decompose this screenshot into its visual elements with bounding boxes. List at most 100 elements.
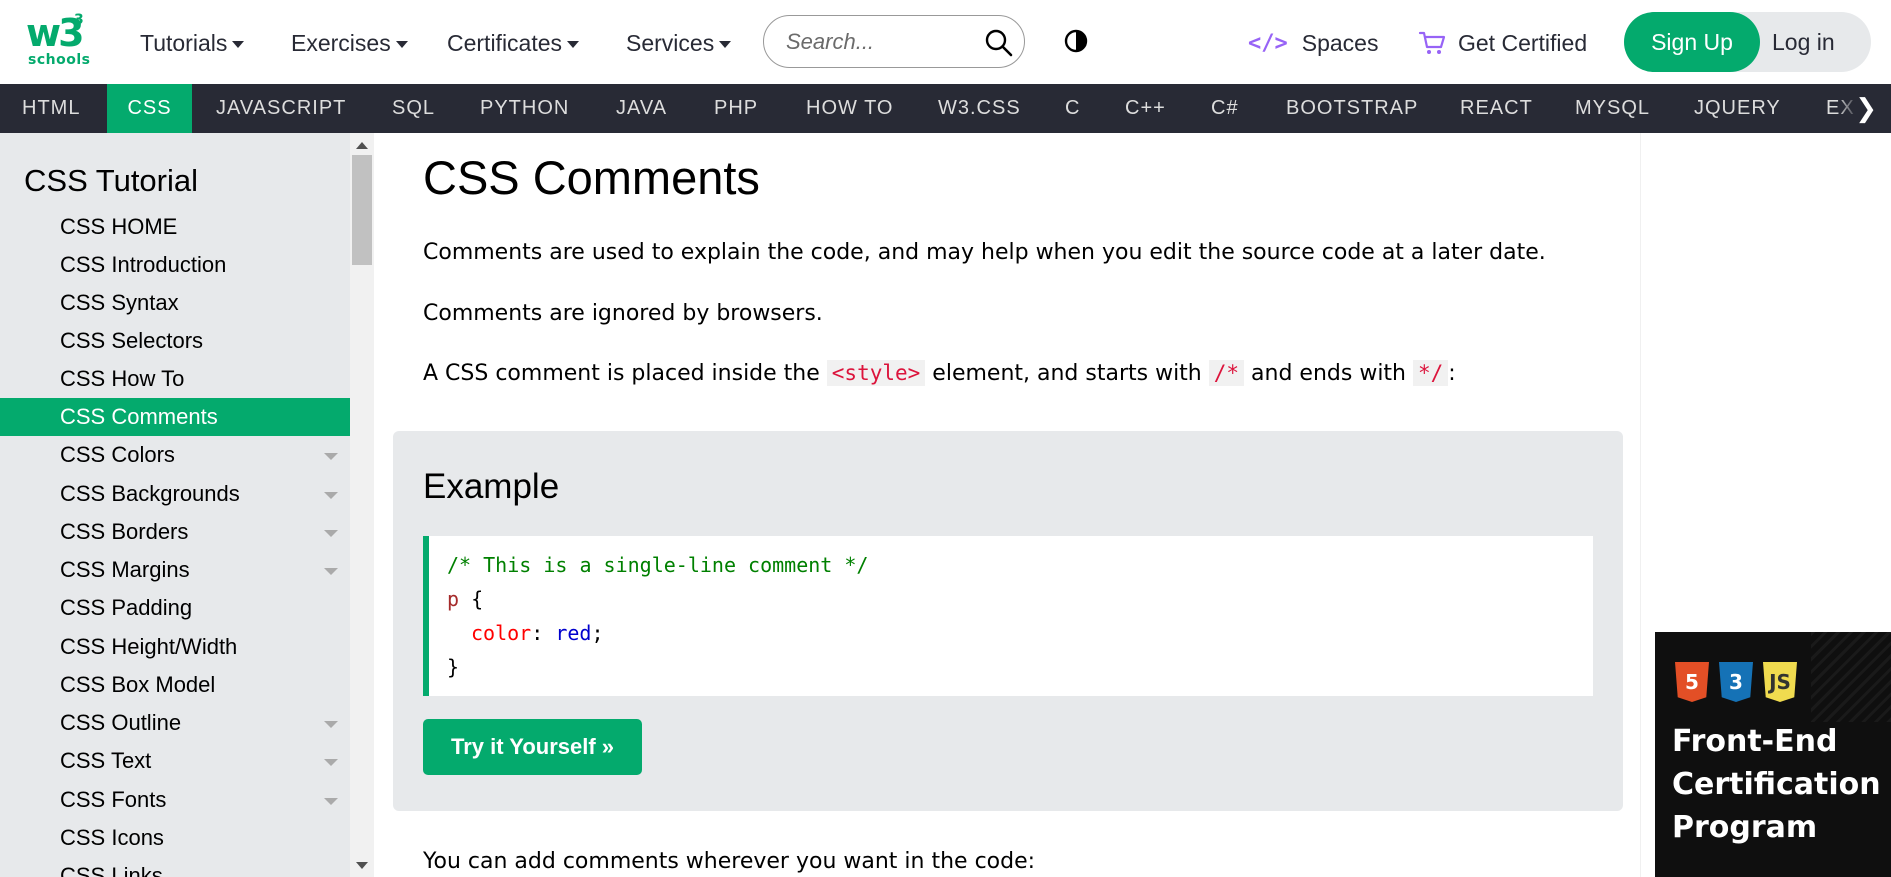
sidebar-item-label: CSS Icons xyxy=(60,825,164,850)
lang-tab-css[interactable]: CSS xyxy=(107,84,192,133)
main-content: CSS Comments Comments are used to explai… xyxy=(374,133,1640,877)
chevron-down-icon xyxy=(567,40,580,48)
code-brace: } xyxy=(447,655,460,679)
sidebar-item-css-links[interactable]: CSS Links xyxy=(0,857,350,877)
sidebar-item-css-home[interactable]: CSS HOME xyxy=(0,208,350,246)
javascript-icon: JS xyxy=(1763,662,1797,702)
nav-certificates[interactable]: Certificates xyxy=(447,26,580,60)
sidebar-item-css-backgrounds[interactable]: CSS Backgrounds xyxy=(0,475,350,513)
sign-up-button[interactable]: Sign Up xyxy=(1624,12,1760,72)
expand-arrow-icon[interactable] xyxy=(324,492,338,499)
sidebar-item-label: CSS Syntax xyxy=(60,290,179,315)
ad-badges: 5 3 JS xyxy=(1675,662,1797,702)
lang-tab-python[interactable]: PYTHON xyxy=(480,84,569,133)
sidebar-item-css-margins[interactable]: CSS Margins xyxy=(0,551,350,589)
expand-arrow-icon[interactable] xyxy=(324,453,338,460)
sidebar-title: CSS Tutorial xyxy=(24,163,199,198)
expand-arrow-icon[interactable] xyxy=(324,530,338,537)
sidebar-item-label: CSS Height/Width xyxy=(60,634,238,659)
sidebar-item-css-colors[interactable]: CSS Colors xyxy=(0,436,350,474)
expand-arrow-icon[interactable] xyxy=(324,568,338,575)
contrast-toggle-icon[interactable] xyxy=(1064,29,1088,53)
lang-tab-html[interactable]: HTML xyxy=(0,84,102,133)
lang-tab-jquery[interactable]: JQUERY xyxy=(1694,84,1781,133)
sidebar-item-css-fonts[interactable]: CSS Fonts xyxy=(0,781,350,819)
nav-exercises-label: Exercises xyxy=(291,29,391,56)
scrollbar-thumb[interactable] xyxy=(352,155,372,265)
example-box: Example /* This is a single-line comment… xyxy=(393,431,1623,811)
chevron-down-icon xyxy=(395,40,408,48)
lang-tab-w3css[interactable]: W3.CSS xyxy=(938,84,1021,133)
try-it-yourself-button[interactable]: Try it Yourself » xyxy=(423,719,642,775)
code-value: red xyxy=(555,621,592,645)
lang-tab-react[interactable]: REACT xyxy=(1460,84,1533,133)
code-property: color xyxy=(471,621,532,645)
sidebar-item-label: CSS Introduction xyxy=(60,252,227,277)
sidebar-item-label: CSS Backgrounds xyxy=(60,481,240,506)
code-comment: /* This is a single-line comment */ xyxy=(447,553,869,577)
sidebar-item-css-borders[interactable]: CSS Borders xyxy=(0,513,350,551)
sidebar-item-css-icons[interactable]: CSS Icons xyxy=(0,819,350,857)
lang-tab-bootstrap[interactable]: BOOTSTRAP xyxy=(1286,84,1418,133)
sidebar-item-label: CSS How To xyxy=(60,366,185,391)
nav-tutorials-label: Tutorials xyxy=(140,29,228,56)
scroll-up-icon[interactable] xyxy=(356,142,368,149)
example-title: Example xyxy=(423,467,560,506)
language-nav-bar: HTML CSS JAVASCRIPT SQL PYTHON JAVA PHP … xyxy=(0,84,1891,133)
log-in-button[interactable]: Log in xyxy=(1760,12,1871,72)
expand-arrow-icon[interactable] xyxy=(324,759,338,766)
nav-exercises[interactable]: Exercises xyxy=(291,26,408,60)
scroll-down-icon[interactable] xyxy=(356,862,368,869)
intro-paragraph-1: Comments are used to explain the code, a… xyxy=(423,240,1546,265)
intro-paragraph-3: A CSS comment is placed inside the <styl… xyxy=(423,360,1456,386)
lang-tab-php[interactable]: PHP xyxy=(714,84,758,133)
sidebar-item-css-box-model[interactable]: CSS Box Model xyxy=(0,666,350,704)
paragraph-text: : xyxy=(1448,361,1456,386)
spaces-link[interactable]: </> Spaces xyxy=(1248,26,1378,60)
front-end-certification-ad[interactable]: 5 3 JS Front-End Certification Program xyxy=(1655,632,1891,877)
inline-code-style: <style> xyxy=(826,360,926,386)
sidebar-item-css-outline[interactable]: CSS Outline xyxy=(0,704,350,742)
sidebar-item-label: CSS Borders xyxy=(60,519,189,544)
nav-tutorials[interactable]: Tutorials xyxy=(140,26,245,60)
sidebar-item-css-introduction[interactable]: CSS Introduction xyxy=(0,246,350,284)
ad-title: Front-End Certification Program xyxy=(1672,724,1881,845)
w3schools-logo[interactable]: w3 3 schools xyxy=(26,12,90,70)
get-certified-link[interactable]: Get Certified xyxy=(1418,26,1587,60)
search-input[interactable] xyxy=(786,28,976,56)
sidebar-scrollbar[interactable] xyxy=(350,133,374,877)
get-certified-label: Get Certified xyxy=(1458,29,1588,56)
code-colon: : xyxy=(531,621,556,645)
intro-paragraph-2: Comments are ignored by browsers. xyxy=(423,301,823,326)
sidebar-item-label: CSS Fonts xyxy=(60,787,167,812)
search-icon[interactable] xyxy=(984,28,1014,58)
expand-arrow-icon[interactable] xyxy=(324,721,338,728)
code-example: /* This is a single-line comment */ p { … xyxy=(423,536,1593,696)
auth-buttons: Sign Up Log in xyxy=(1624,12,1871,72)
sidebar-item-css-how-to[interactable]: CSS How To xyxy=(0,360,350,398)
sidebar-item-css-text[interactable]: CSS Text xyxy=(0,742,350,780)
sidebar-item-label: CSS Selectors xyxy=(60,328,204,353)
expand-arrow-icon[interactable] xyxy=(324,798,338,805)
lang-tab-cpp[interactable]: C++ xyxy=(1125,84,1166,133)
lang-tab-how-to[interactable]: HOW TO xyxy=(806,84,893,133)
lang-tab-javascript[interactable]: JAVASCRIPT xyxy=(216,84,346,133)
sidebar-item-css-selectors[interactable]: CSS Selectors xyxy=(0,322,350,360)
cart-icon xyxy=(1418,31,1446,54)
sidebar-item-css-height-width[interactable]: CSS Height/Width xyxy=(0,628,350,666)
lang-tab-c[interactable]: C xyxy=(1065,84,1080,133)
sidebar: CSS Tutorial CSS HOME CSS Introduction C… xyxy=(0,133,350,877)
lang-tab-java[interactable]: JAVA xyxy=(616,84,667,133)
lang-tab-mysql[interactable]: MYSQL xyxy=(1575,84,1650,133)
sidebar-item-css-comments[interactable]: CSS Comments xyxy=(0,398,350,436)
sidebar-item-label: CSS Box Model xyxy=(60,672,216,697)
lang-tab-csharp[interactable]: C# xyxy=(1211,84,1239,133)
chevron-down-icon xyxy=(232,40,245,48)
nav-certificates-label: Certificates xyxy=(447,29,563,56)
lang-tab-sql[interactable]: SQL xyxy=(392,84,435,133)
chevron-right-icon[interactable]: ❯ xyxy=(1837,84,1891,133)
paragraph-4: You can add comments wherever you want i… xyxy=(423,849,1036,874)
sidebar-item-css-syntax[interactable]: CSS Syntax xyxy=(0,284,350,322)
sidebar-item-css-padding[interactable]: CSS Padding xyxy=(0,589,350,627)
nav-services[interactable]: Services xyxy=(626,26,732,60)
